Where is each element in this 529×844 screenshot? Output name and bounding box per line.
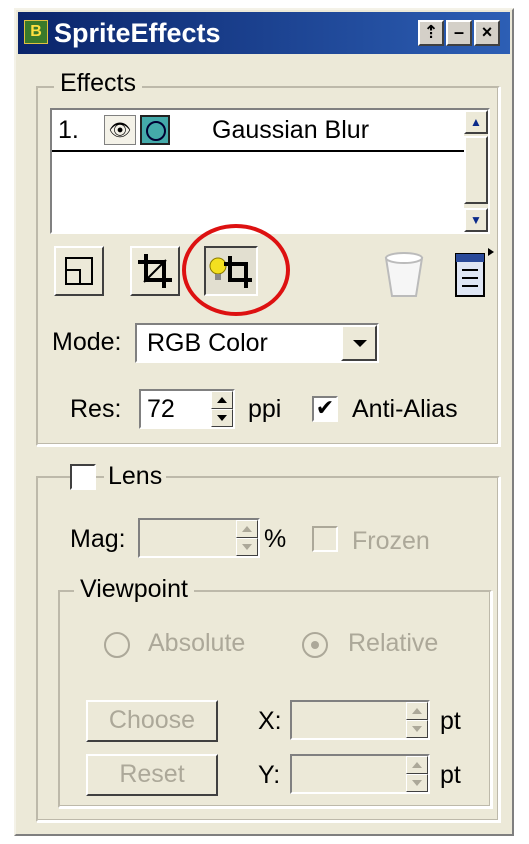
pin-button[interactable]: ⇡: [418, 20, 444, 46]
viewpoint-legend: Viewpoint: [74, 574, 194, 604]
y-label: Y:: [258, 761, 281, 789]
x-spin-buttons[interactable]: [406, 702, 428, 738]
spin-up-icon[interactable]: [406, 702, 428, 720]
reset-button[interactable]: Reset: [86, 754, 218, 796]
res-stepper[interactable]: 72: [139, 389, 235, 429]
list-item[interactable]: 1. 👁 Gaussian Blur: [52, 110, 468, 152]
lens-label: Lens: [104, 461, 167, 491]
antialias-label: Anti-Alias: [352, 395, 458, 423]
scroll-up-icon[interactable]: ▲: [464, 110, 488, 134]
eye-icon[interactable]: 👁: [104, 115, 136, 145]
blur-effect-icon[interactable]: [140, 115, 170, 145]
res-value[interactable]: 72: [147, 395, 175, 423]
y-stepper[interactable]: [290, 754, 430, 794]
transform-icon: [65, 257, 93, 285]
spin-down-icon[interactable]: [236, 538, 258, 556]
x-label: X:: [258, 707, 282, 735]
frozen-label: Frozen: [352, 527, 430, 555]
effects-list[interactable]: 1. 👁 Gaussian Blur ▲ ▼: [50, 108, 490, 234]
mag-unit: %: [264, 525, 287, 553]
frozen-checkbox[interactable]: [312, 526, 338, 552]
crop-icon: [138, 254, 172, 288]
trash-icon[interactable]: [382, 250, 424, 297]
scroll-thumb[interactable]: [464, 136, 488, 204]
window-title: SpriteEffects: [54, 18, 221, 48]
chevron-down-icon[interactable]: [341, 325, 377, 361]
light-crop-button[interactable]: [204, 246, 258, 296]
effects-legend: Effects: [54, 68, 142, 98]
effect-name: Gaussian Blur: [212, 116, 370, 144]
y-spin-buttons[interactable]: [406, 756, 428, 792]
close-button[interactable]: ×: [474, 20, 500, 46]
lightbulb-crop-icon: [209, 256, 252, 288]
spin-down-icon[interactable]: [406, 774, 428, 792]
spin-down-icon[interactable]: [211, 409, 233, 427]
mag-label: Mag:: [70, 525, 126, 553]
spin-up-icon[interactable]: [236, 520, 258, 538]
mode-value: RGB Color: [147, 329, 268, 357]
sprite-effects-panel: B SpriteEffects ⇡ – × Effects 1. 👁 Gauss…: [14, 8, 514, 836]
mode-label: Mode:: [52, 328, 122, 356]
transform-button[interactable]: [54, 246, 104, 296]
spin-down-icon[interactable]: [406, 720, 428, 738]
minimize-button[interactable]: –: [446, 20, 472, 46]
crop-button[interactable]: [130, 246, 180, 296]
res-spin-buttons[interactable]: [211, 391, 233, 427]
lens-checkbox[interactable]: [70, 464, 96, 490]
choose-button[interactable]: Choose: [86, 700, 218, 742]
mag-stepper[interactable]: [138, 518, 260, 558]
absolute-label: Absolute: [148, 629, 246, 657]
res-unit: ppi: [248, 395, 282, 423]
title-bar[interactable]: B SpriteEffects ⇡ – ×: [18, 12, 510, 54]
y-unit: pt: [440, 761, 461, 789]
effects-scrollbar[interactable]: ▲ ▼: [464, 110, 488, 232]
absolute-radio[interactable]: [104, 632, 130, 658]
x-stepper[interactable]: [290, 700, 430, 740]
relative-label: Relative: [348, 629, 439, 657]
x-unit: pt: [440, 707, 461, 735]
mag-spin-buttons[interactable]: [236, 520, 258, 556]
effect-index: 1.: [58, 116, 79, 144]
scroll-down-icon[interactable]: ▼: [464, 208, 488, 232]
spin-up-icon[interactable]: [211, 391, 233, 409]
antialias-checkbox[interactable]: ✔: [312, 396, 338, 422]
spin-up-icon[interactable]: [406, 756, 428, 774]
res-label: Res:: [70, 395, 122, 423]
mode-select[interactable]: RGB Color: [135, 323, 379, 363]
menu-icon[interactable]: [452, 244, 494, 298]
relative-radio[interactable]: [302, 632, 328, 658]
app-icon: B: [24, 20, 48, 44]
